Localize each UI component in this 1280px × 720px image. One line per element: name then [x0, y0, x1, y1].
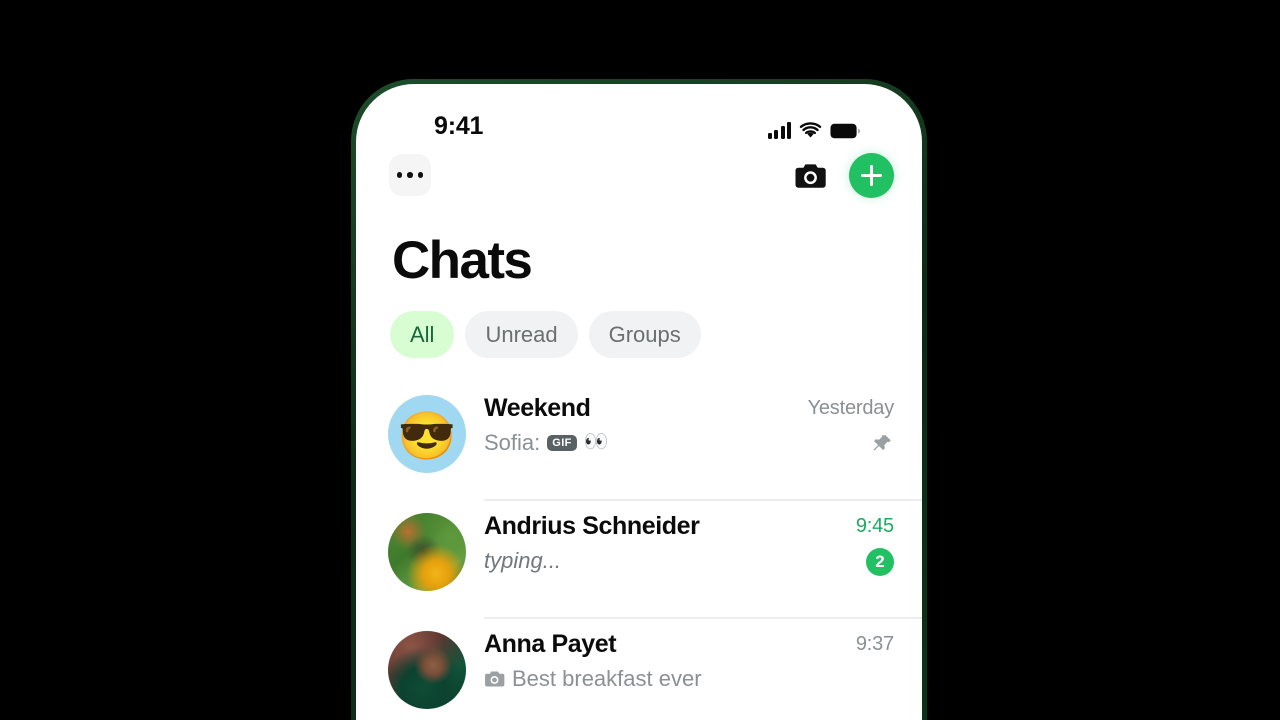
chat-item-meta: 9:37: [856, 633, 894, 656]
typing-indicator-text: typing...: [484, 547, 562, 573]
more-options-button[interactable]: [389, 154, 431, 196]
chat-preview-sender: Sofia:: [484, 429, 541, 455]
new-chat-button[interactable]: [849, 153, 894, 198]
camera-icon: [795, 164, 826, 188]
unread-count-badge: 2: [866, 548, 894, 576]
chat-preview: typing...: [484, 547, 856, 575]
filter-chip-all[interactable]: All: [390, 311, 455, 358]
chat-timestamp: 9:45: [855, 515, 894, 537]
gif-badge: GIF: [547, 435, 577, 452]
status-bar: 9:41: [356, 84, 922, 146]
chat-name: Anna Payet: [484, 630, 617, 658]
chat-list-item[interactable]: 😎 Weekend Sofia: GIF 👀 Yesterday: [356, 381, 922, 499]
chat-item-content: Anna Payet Best breakfast ever: [484, 630, 856, 693]
chat-name: Weekend: [484, 394, 591, 422]
phone-device-frame: 9:41 Chats All Unread Groups 😎 Weekend S…: [351, 79, 927, 720]
battery-full-icon: [830, 123, 860, 139]
chat-preview: Best breakfast ever: [484, 665, 856, 693]
chat-list: 😎 Weekend Sofia: GIF 👀 Yesterday Andrius…: [356, 381, 922, 720]
screenshot-canvas: 9:41 Chats All Unread Groups 😎 Weekend S…: [0, 0, 1280, 720]
chat-preview-text: Best breakfast ever: [512, 665, 702, 691]
avatar[interactable]: [388, 631, 466, 709]
filter-chip-groups[interactable]: Groups: [588, 311, 701, 358]
chat-name: Andrius Schneider: [484, 512, 700, 540]
row-divider: [484, 499, 922, 501]
status-bar-icons: [767, 117, 861, 139]
more-options-icon-dot: [417, 172, 424, 178]
preview-emoji: 👀: [583, 431, 609, 454]
wifi-icon: [799, 122, 822, 139]
avatar[interactable]: 😎: [388, 395, 466, 473]
chat-timestamp: Yesterday: [807, 397, 895, 419]
page-title: Chats: [392, 231, 533, 290]
pin-icon: [873, 435, 891, 451]
chat-item-meta: 9:45 2: [856, 515, 894, 576]
chat-item-content: Andrius Schneider typing...: [484, 512, 856, 575]
chat-preview: Sofia: GIF 👀: [484, 429, 808, 457]
more-options-icon-dot: [396, 172, 403, 178]
top-action-bar: [356, 146, 922, 218]
chat-list-item[interactable]: Anna Payet Best breakfast ever 9:37: [356, 617, 922, 720]
camera-button[interactable]: [790, 156, 830, 196]
status-bar-time: 9:41: [434, 112, 484, 140]
avatar[interactable]: [388, 513, 466, 591]
plus-icon: [869, 165, 874, 186]
row-divider: [484, 617, 922, 619]
avatar-emoji: 😎: [397, 408, 457, 462]
chat-item-meta: Yesterday: [808, 397, 894, 456]
chat-item-content: Weekend Sofia: GIF 👀: [484, 394, 808, 457]
cellular-bars-icon: [767, 122, 791, 139]
phone-screen: 9:41 Chats All Unread Groups 😎 Weekend S…: [356, 84, 922, 720]
chat-list-item[interactable]: Andrius Schneider typing... 9:45 2: [356, 499, 922, 617]
camera-icon: [485, 671, 505, 687]
chat-timestamp: 9:37: [855, 633, 894, 655]
filter-chip-unread[interactable]: Unread: [465, 311, 578, 358]
more-options-icon-dot: [407, 172, 413, 178]
chat-filter-chips: All Unread Groups: [390, 311, 701, 358]
